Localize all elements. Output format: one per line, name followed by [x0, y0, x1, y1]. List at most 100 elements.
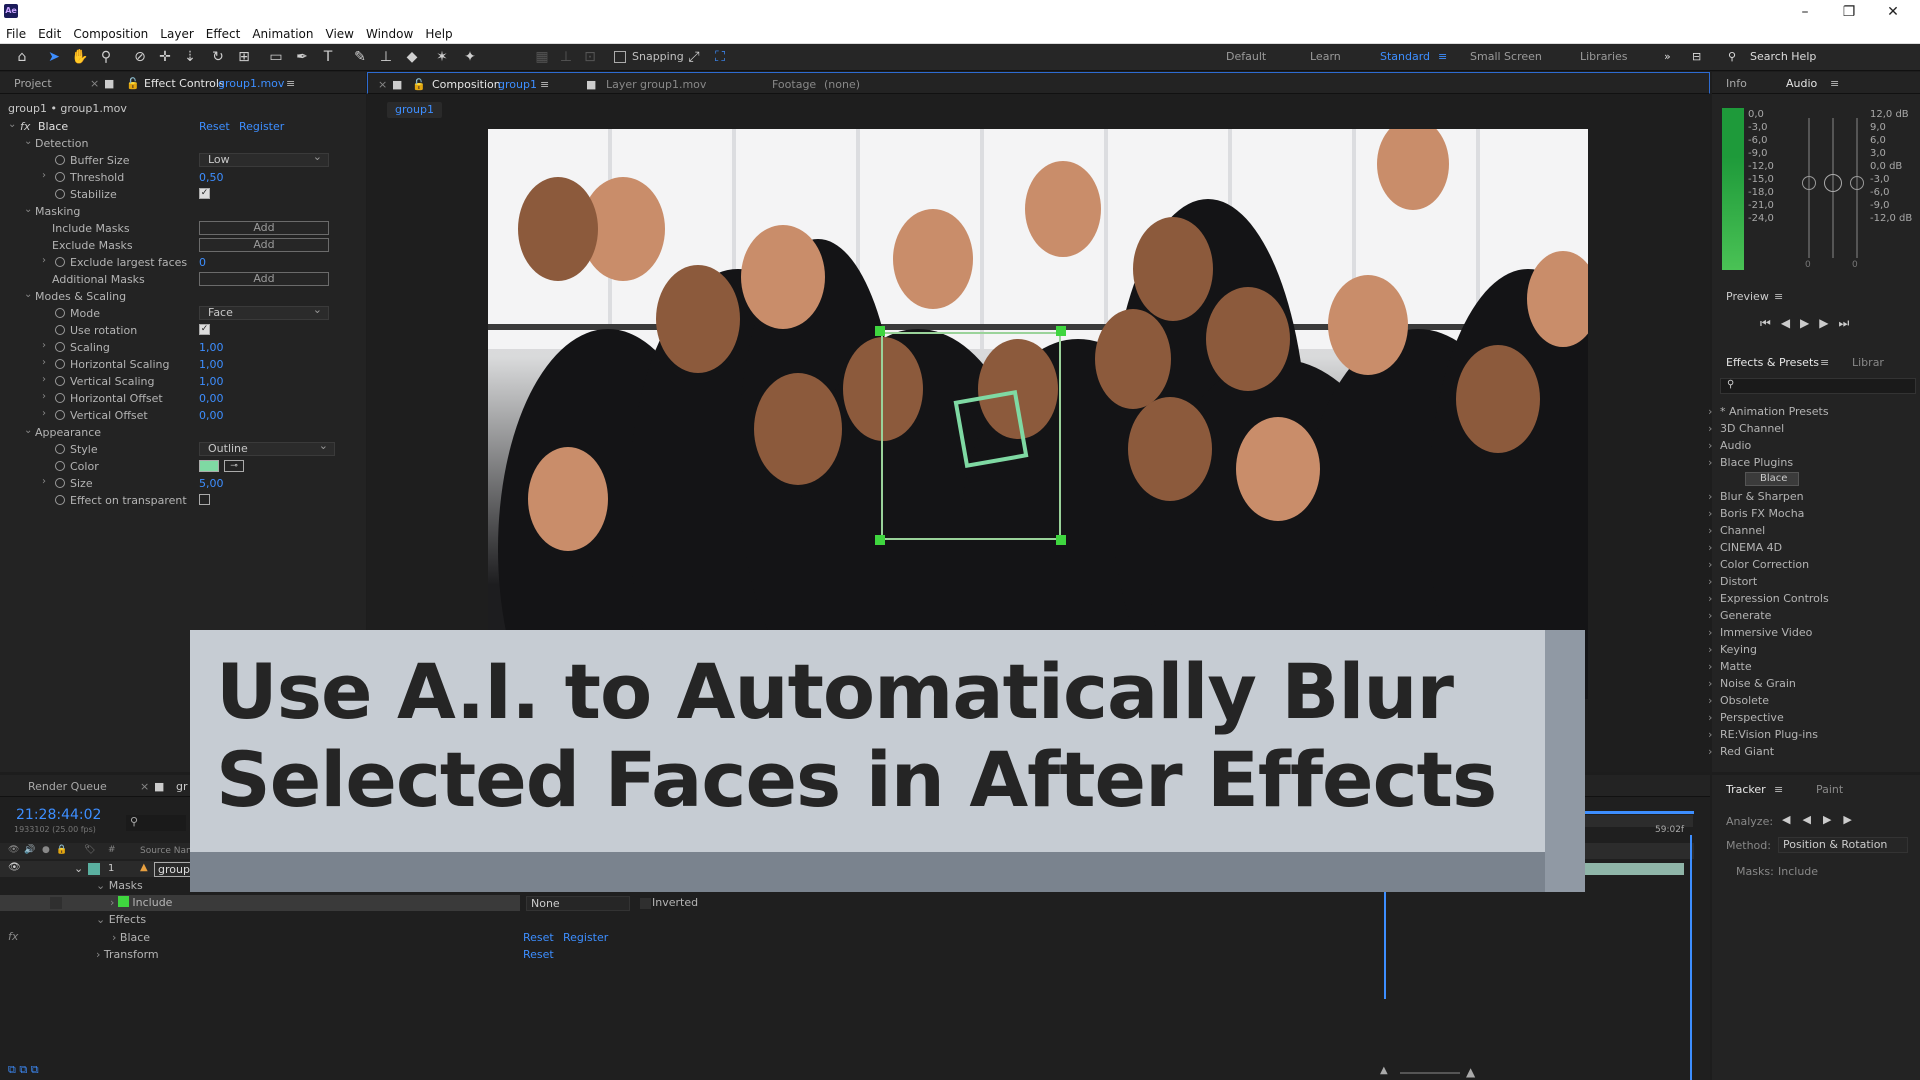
- effects-category[interactable]: Obsolete: [1708, 694, 1769, 707]
- effect-twirl-icon[interactable]: ⌄: [8, 119, 16, 130]
- dolly-tool-icon[interactable]: ⇣: [180, 48, 200, 66]
- next-frame-icon[interactable]: ▶: [1819, 316, 1838, 330]
- twirl-icon[interactable]: ⌄: [24, 204, 32, 215]
- stopwatch-icon[interactable]: [55, 342, 65, 352]
- bbox-handle[interactable]: [1056, 326, 1066, 336]
- stopwatch-icon[interactable]: [55, 410, 65, 420]
- tab-render-queue[interactable]: Render Queue: [28, 780, 107, 793]
- twirl-icon[interactable]: ›: [42, 340, 46, 351]
- tab-project[interactable]: Project: [14, 77, 52, 90]
- effects-category[interactable]: Generate: [1708, 609, 1771, 622]
- bbox-handle[interactable]: [875, 535, 885, 545]
- orbit-tool-icon[interactable]: ⊘: [130, 48, 150, 66]
- stopwatch-icon[interactable]: [55, 444, 65, 454]
- tab-audio[interactable]: Audio: [1786, 77, 1817, 90]
- menu-layer[interactable]: Layer: [154, 24, 199, 44]
- stopwatch-icon[interactable]: [55, 172, 65, 182]
- effects-category[interactable]: Boris FX Mocha: [1708, 507, 1805, 520]
- workspace-libraries[interactable]: Libraries: [1580, 50, 1628, 63]
- fx-icon[interactable]: fx: [8, 930, 18, 943]
- rotate-tool-icon[interactable]: ↻: [208, 48, 228, 66]
- mask-include-row[interactable]: [0, 895, 520, 911]
- tab-tracker[interactable]: Tracker: [1726, 783, 1766, 796]
- effects-category[interactable]: Immersive Video: [1708, 626, 1812, 639]
- pan-tool-icon[interactable]: ✛: [155, 48, 175, 66]
- effects-category[interactable]: Color Correction: [1708, 558, 1809, 571]
- zoom-out-icon[interactable]: ▲: [1380, 1065, 1388, 1076]
- panel-menu-icon[interactable]: ≡: [1774, 783, 1783, 796]
- composition-name[interactable]: group1: [498, 78, 537, 91]
- analyze-backward-icon[interactable]: ◀: [1782, 813, 1802, 826]
- exclude-masks-add-button[interactable]: Add: [199, 238, 329, 252]
- buffer-size-dropdown[interactable]: Low: [199, 151, 329, 167]
- selection-tool-icon[interactable]: ➤: [44, 48, 64, 66]
- tab-timeline-comp[interactable]: gr: [176, 780, 188, 793]
- analyze-forward-icon[interactable]: ▶: [1843, 813, 1863, 826]
- mode-dropdown[interactable]: Face: [199, 304, 329, 320]
- lock-icon[interactable]: 🔒: [56, 845, 67, 855]
- mask-name[interactable]: Include: [132, 896, 172, 909]
- masks-group-row[interactable]: ⌄ Masks: [96, 879, 143, 892]
- effects-group-row[interactable]: ⌄ Effects: [96, 913, 146, 926]
- twirl-icon[interactable]: ›: [42, 357, 46, 368]
- pen-tool-icon[interactable]: ✒: [292, 48, 312, 66]
- axis-world-icon[interactable]: ⊡: [580, 48, 600, 66]
- menu-edit[interactable]: Edit: [32, 24, 67, 44]
- effects-category[interactable]: Expression Controls: [1708, 592, 1829, 605]
- menu-animation[interactable]: Animation: [246, 24, 319, 44]
- solo-icon[interactable]: ●: [42, 845, 50, 855]
- visibility-toggle-icon[interactable]: 👁: [8, 862, 21, 873]
- comp-breadcrumb-chip[interactable]: group1: [387, 102, 442, 118]
- effect-on-transparent-checkbox[interactable]: [199, 494, 210, 505]
- search-icon[interactable]: ⚲: [1728, 50, 1736, 63]
- stopwatch-icon[interactable]: [55, 359, 65, 369]
- twirl-icon[interactable]: ›: [42, 170, 46, 181]
- fx-icon[interactable]: fx: [20, 120, 30, 133]
- effects-category[interactable]: CINEMA 4D: [1708, 541, 1782, 554]
- source-name-header[interactable]: Source Nam: [140, 846, 195, 856]
- stopwatch-icon[interactable]: [55, 155, 65, 165]
- panel-menu-icon[interactable]: ≡: [286, 77, 295, 90]
- tab-info[interactable]: Info: [1726, 77, 1747, 90]
- minimize-button[interactable]: –: [1790, 2, 1820, 22]
- effects-category[interactable]: Noise & Grain: [1708, 677, 1796, 690]
- twirl-icon[interactable]: ⌄: [24, 425, 32, 436]
- exclude-largest-value[interactable]: 0: [199, 256, 206, 269]
- puppet-pin-icon[interactable]: ✦: [460, 48, 480, 66]
- menu-help[interactable]: Help: [419, 24, 458, 44]
- panel-menu-icon[interactable]: ≡: [1774, 290, 1783, 303]
- vertical-scaling-value[interactable]: 1,00: [199, 375, 224, 388]
- tab-close-icon[interactable]: ×: [140, 780, 149, 793]
- stabilize-checkbox[interactable]: ✓: [199, 188, 210, 199]
- prev-frame-icon[interactable]: ◀: [1781, 316, 1800, 330]
- last-frame-icon[interactable]: ⏭: [1839, 316, 1860, 330]
- tab-paint[interactable]: Paint: [1816, 783, 1843, 796]
- effects-category[interactable]: Blace Plugins: [1708, 456, 1793, 469]
- axis-icon[interactable]: ⊥: [556, 48, 576, 66]
- effect-controls-layer[interactable]: group1.mov: [218, 77, 284, 90]
- tab-effects-presets[interactable]: Effects & Presets: [1726, 356, 1819, 369]
- panel-menu-icon[interactable]: ≡: [540, 78, 549, 91]
- eyedropper-icon[interactable]: ⊸: [224, 460, 244, 472]
- style-dropdown[interactable]: Outline: [199, 440, 335, 456]
- menu-window[interactable]: Window: [360, 24, 419, 44]
- transform-reset-link[interactable]: Reset: [523, 948, 554, 961]
- twirl-icon[interactable]: ›: [42, 374, 46, 385]
- effects-category[interactable]: Matte: [1708, 660, 1751, 673]
- effect-register-link[interactable]: Register: [563, 931, 608, 944]
- effects-category[interactable]: Perspective: [1708, 711, 1784, 724]
- visibility-icon[interactable]: 👁: [8, 845, 19, 855]
- hand-tool-icon[interactable]: ✋: [70, 48, 90, 66]
- anchor-tool-icon[interactable]: ⊞: [234, 48, 254, 66]
- zoom-tool-icon[interactable]: ⚲: [96, 48, 116, 66]
- footage-name[interactable]: (none): [824, 78, 860, 91]
- eraser-tool-icon[interactable]: ◆: [402, 48, 422, 66]
- clone-stamp-icon[interactable]: ⊥: [376, 48, 396, 66]
- timeline-footer-icons[interactable]: ⧉ ⧉ ⧉: [8, 1063, 39, 1077]
- stopwatch-icon[interactable]: [55, 325, 65, 335]
- effect-register-link[interactable]: Register: [239, 120, 284, 133]
- analyze-prev-icon[interactable]: ◀: [1802, 813, 1822, 826]
- current-time-indicator[interactable]: [1690, 835, 1692, 1080]
- tab-footage[interactable]: Footage: [772, 78, 816, 91]
- workspace-menu-icon[interactable]: ≡: [1438, 50, 1447, 63]
